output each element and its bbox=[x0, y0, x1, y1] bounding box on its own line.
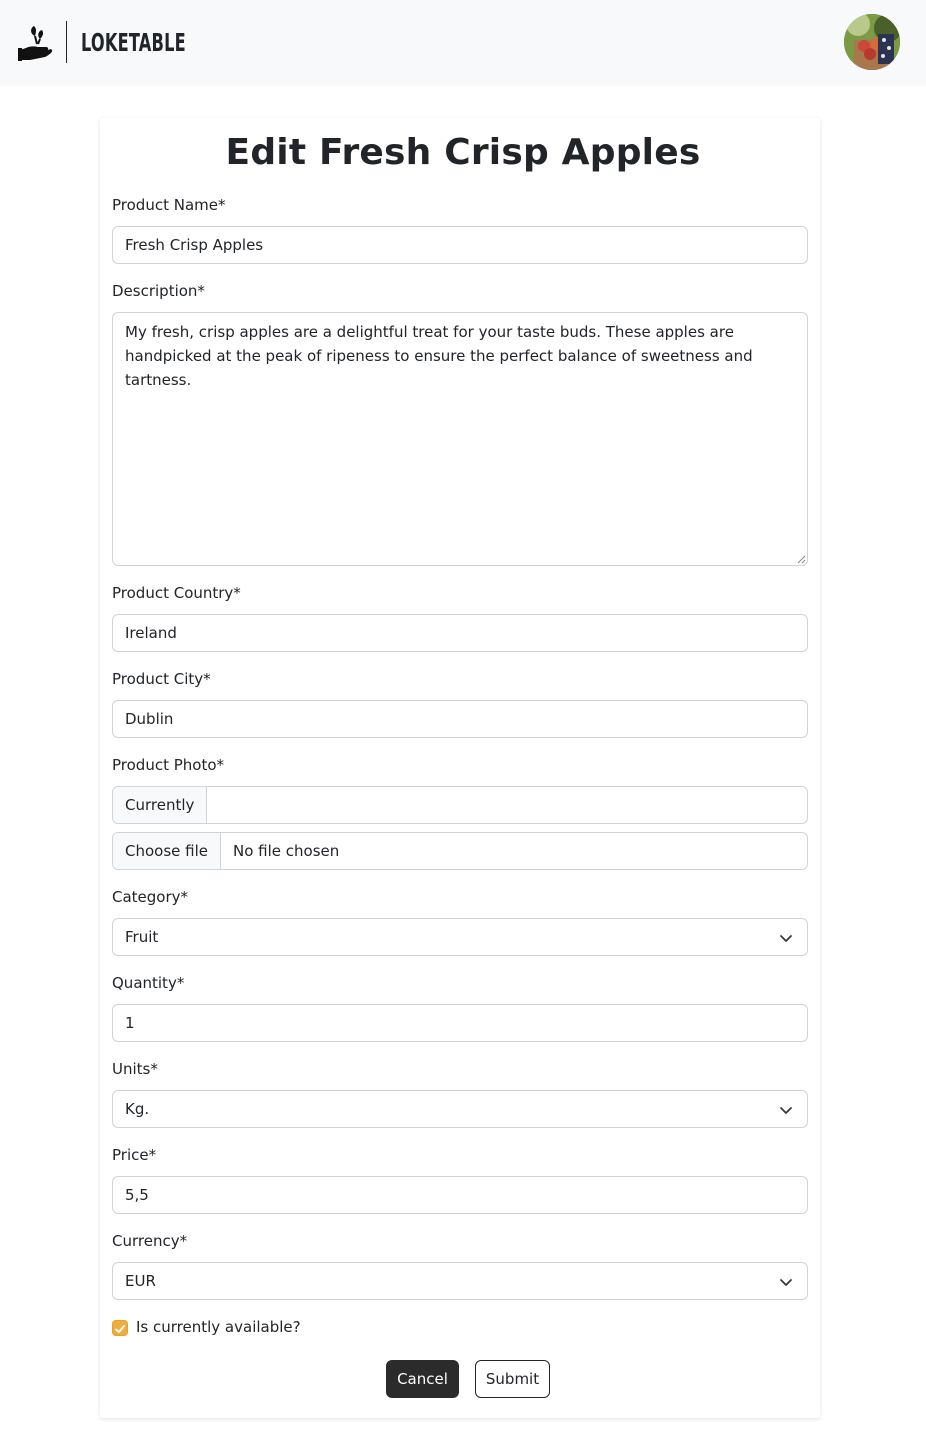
checkmark-icon bbox=[115, 1325, 125, 1333]
currency-selected-value: EUR bbox=[125, 1272, 156, 1290]
user-avatar[interactable] bbox=[844, 14, 900, 70]
navbar: LOKETABLE bbox=[0, 0, 926, 86]
choose-file-button[interactable]: Choose file bbox=[113, 833, 221, 869]
description-textarea[interactable]: My fresh, crisp apples are a delightful … bbox=[112, 312, 808, 566]
units-selected-value: Kg. bbox=[125, 1100, 150, 1118]
category-select[interactable]: Fruit bbox=[112, 918, 808, 956]
current-photo-field[interactable]: Currently bbox=[112, 786, 808, 824]
product-city-input[interactable]: Dublin bbox=[112, 700, 808, 738]
file-input[interactable]: Choose file No file chosen bbox=[112, 832, 808, 870]
category-label: Category* bbox=[112, 888, 189, 906]
avatar-image bbox=[844, 14, 900, 70]
price-input[interactable]: 5,5 bbox=[112, 1176, 808, 1214]
currently-label: Currently bbox=[113, 787, 208, 823]
product-city-label: Product City* bbox=[112, 670, 211, 688]
brand[interactable]: LOKETABLE bbox=[18, 20, 227, 64]
currency-select[interactable]: EUR bbox=[112, 1262, 808, 1300]
file-name-text: No file chosen bbox=[233, 842, 340, 860]
chevron-down-icon bbox=[780, 1107, 792, 1114]
resize-handle-icon[interactable] bbox=[796, 554, 806, 564]
product-country-input[interactable]: Ireland bbox=[112, 614, 808, 652]
chevron-down-icon bbox=[780, 935, 792, 942]
description-text: My fresh, crisp apples are a delightful … bbox=[125, 323, 753, 389]
brand-name: LOKETABLE bbox=[81, 27, 186, 57]
available-label[interactable]: Is currently available? bbox=[136, 1318, 301, 1336]
submit-button[interactable]: Submit bbox=[475, 1360, 550, 1398]
cancel-button[interactable]: Cancel bbox=[386, 1360, 459, 1398]
currency-label: Currency* bbox=[112, 1232, 188, 1250]
hand-plant-icon bbox=[18, 26, 53, 61]
current-photo-value[interactable] bbox=[207, 787, 231, 823]
quantity-label: Quantity* bbox=[112, 974, 185, 992]
chevron-down-icon bbox=[780, 1279, 792, 1286]
brand-divider bbox=[66, 21, 67, 63]
units-select[interactable]: Kg. bbox=[112, 1090, 808, 1128]
quantity-input[interactable]: 1 bbox=[112, 1004, 808, 1042]
product-name-input[interactable]: Fresh Crisp Apples bbox=[112, 226, 808, 264]
product-photo-label: Product Photo* bbox=[112, 756, 225, 774]
product-name-label: Product Name* bbox=[112, 196, 226, 214]
description-label: Description* bbox=[112, 282, 205, 300]
category-selected-value: Fruit bbox=[125, 928, 159, 946]
page-title: Edit Fresh Crisp Apples bbox=[225, 132, 701, 173]
price-label: Price* bbox=[112, 1146, 157, 1164]
units-label: Units* bbox=[112, 1060, 158, 1078]
product-country-label: Product Country* bbox=[112, 584, 241, 602]
available-checkbox[interactable] bbox=[112, 1320, 128, 1336]
